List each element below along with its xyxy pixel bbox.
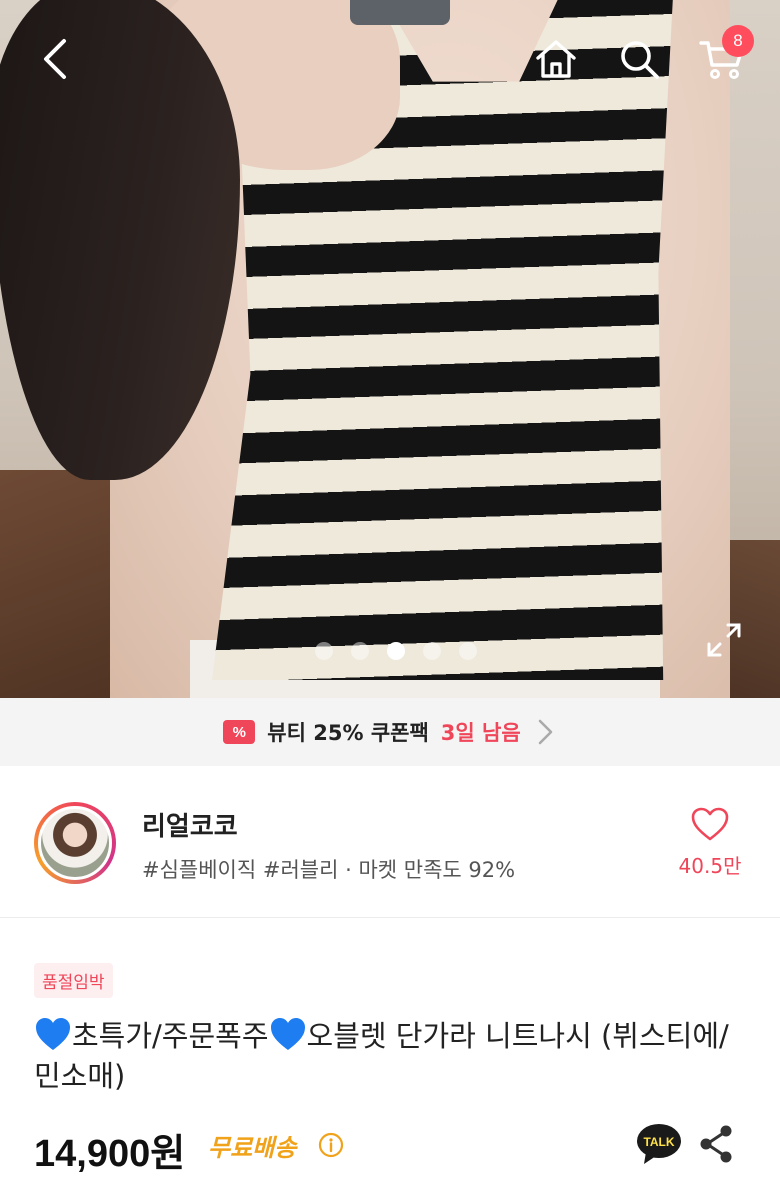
product-price: 14,900원 [34,1133,186,1175]
chevron-left-icon[interactable] [30,34,80,84]
kakao-talk-icon[interactable]: TALK [636,1122,682,1166]
gallery-dot[interactable] [459,642,477,660]
chevron-right-icon [538,719,552,745]
product-title: 초특가/주문폭주 오블렛 단가라 니트나시 (뷔스티에/민소매) [34,1016,746,1096]
gallery-pagination [0,642,780,660]
search-icon[interactable] [614,34,664,84]
blue-heart-icon [270,1018,305,1050]
gallery-dot-active[interactable] [387,642,405,660]
expand-icon[interactable] [702,618,746,662]
likes-count: 40.5만 [678,854,742,878]
info-icon[interactable] [318,1132,344,1158]
coupon-remaining: 3일 남음 [440,721,521,745]
cart-count-badge: 8 [722,25,754,57]
coupon-banner[interactable]: % 뷰티 25% 쿠폰팩 3일 남음 [0,698,780,766]
product-image[interactable]: 8 [0,0,780,698]
status-badge: 품절임박 [34,963,113,998]
share-icon[interactable] [698,1124,734,1164]
gallery-dot[interactable] [423,642,441,660]
coupon-icon: % [223,720,256,744]
heart-icon[interactable] [690,806,730,842]
home-icon[interactable] [530,34,582,84]
product-title-part1: 초특가/주문폭주 [72,1019,269,1053]
svg-text:TALK: TALK [643,1135,674,1149]
free-shipping-label: 무료배송 [208,1134,297,1162]
blue-heart-icon [36,1018,70,1050]
gallery-dot[interactable] [351,642,369,660]
gallery-dot[interactable] [315,642,333,660]
coupon-text: 뷰티 25% 쿠폰팩 [267,721,429,745]
image-phone [350,0,450,25]
shop-tags: #심플베이직 #러블리 · 마켓 만족도 92% [142,858,516,882]
shop-name[interactable]: 리얼코코 [142,806,238,843]
shop-info[interactable]: 리얼코코 #심플베이직 #러블리 · 마켓 만족도 92% 40.5만 [0,766,780,918]
shop-avatar[interactable] [34,802,116,884]
